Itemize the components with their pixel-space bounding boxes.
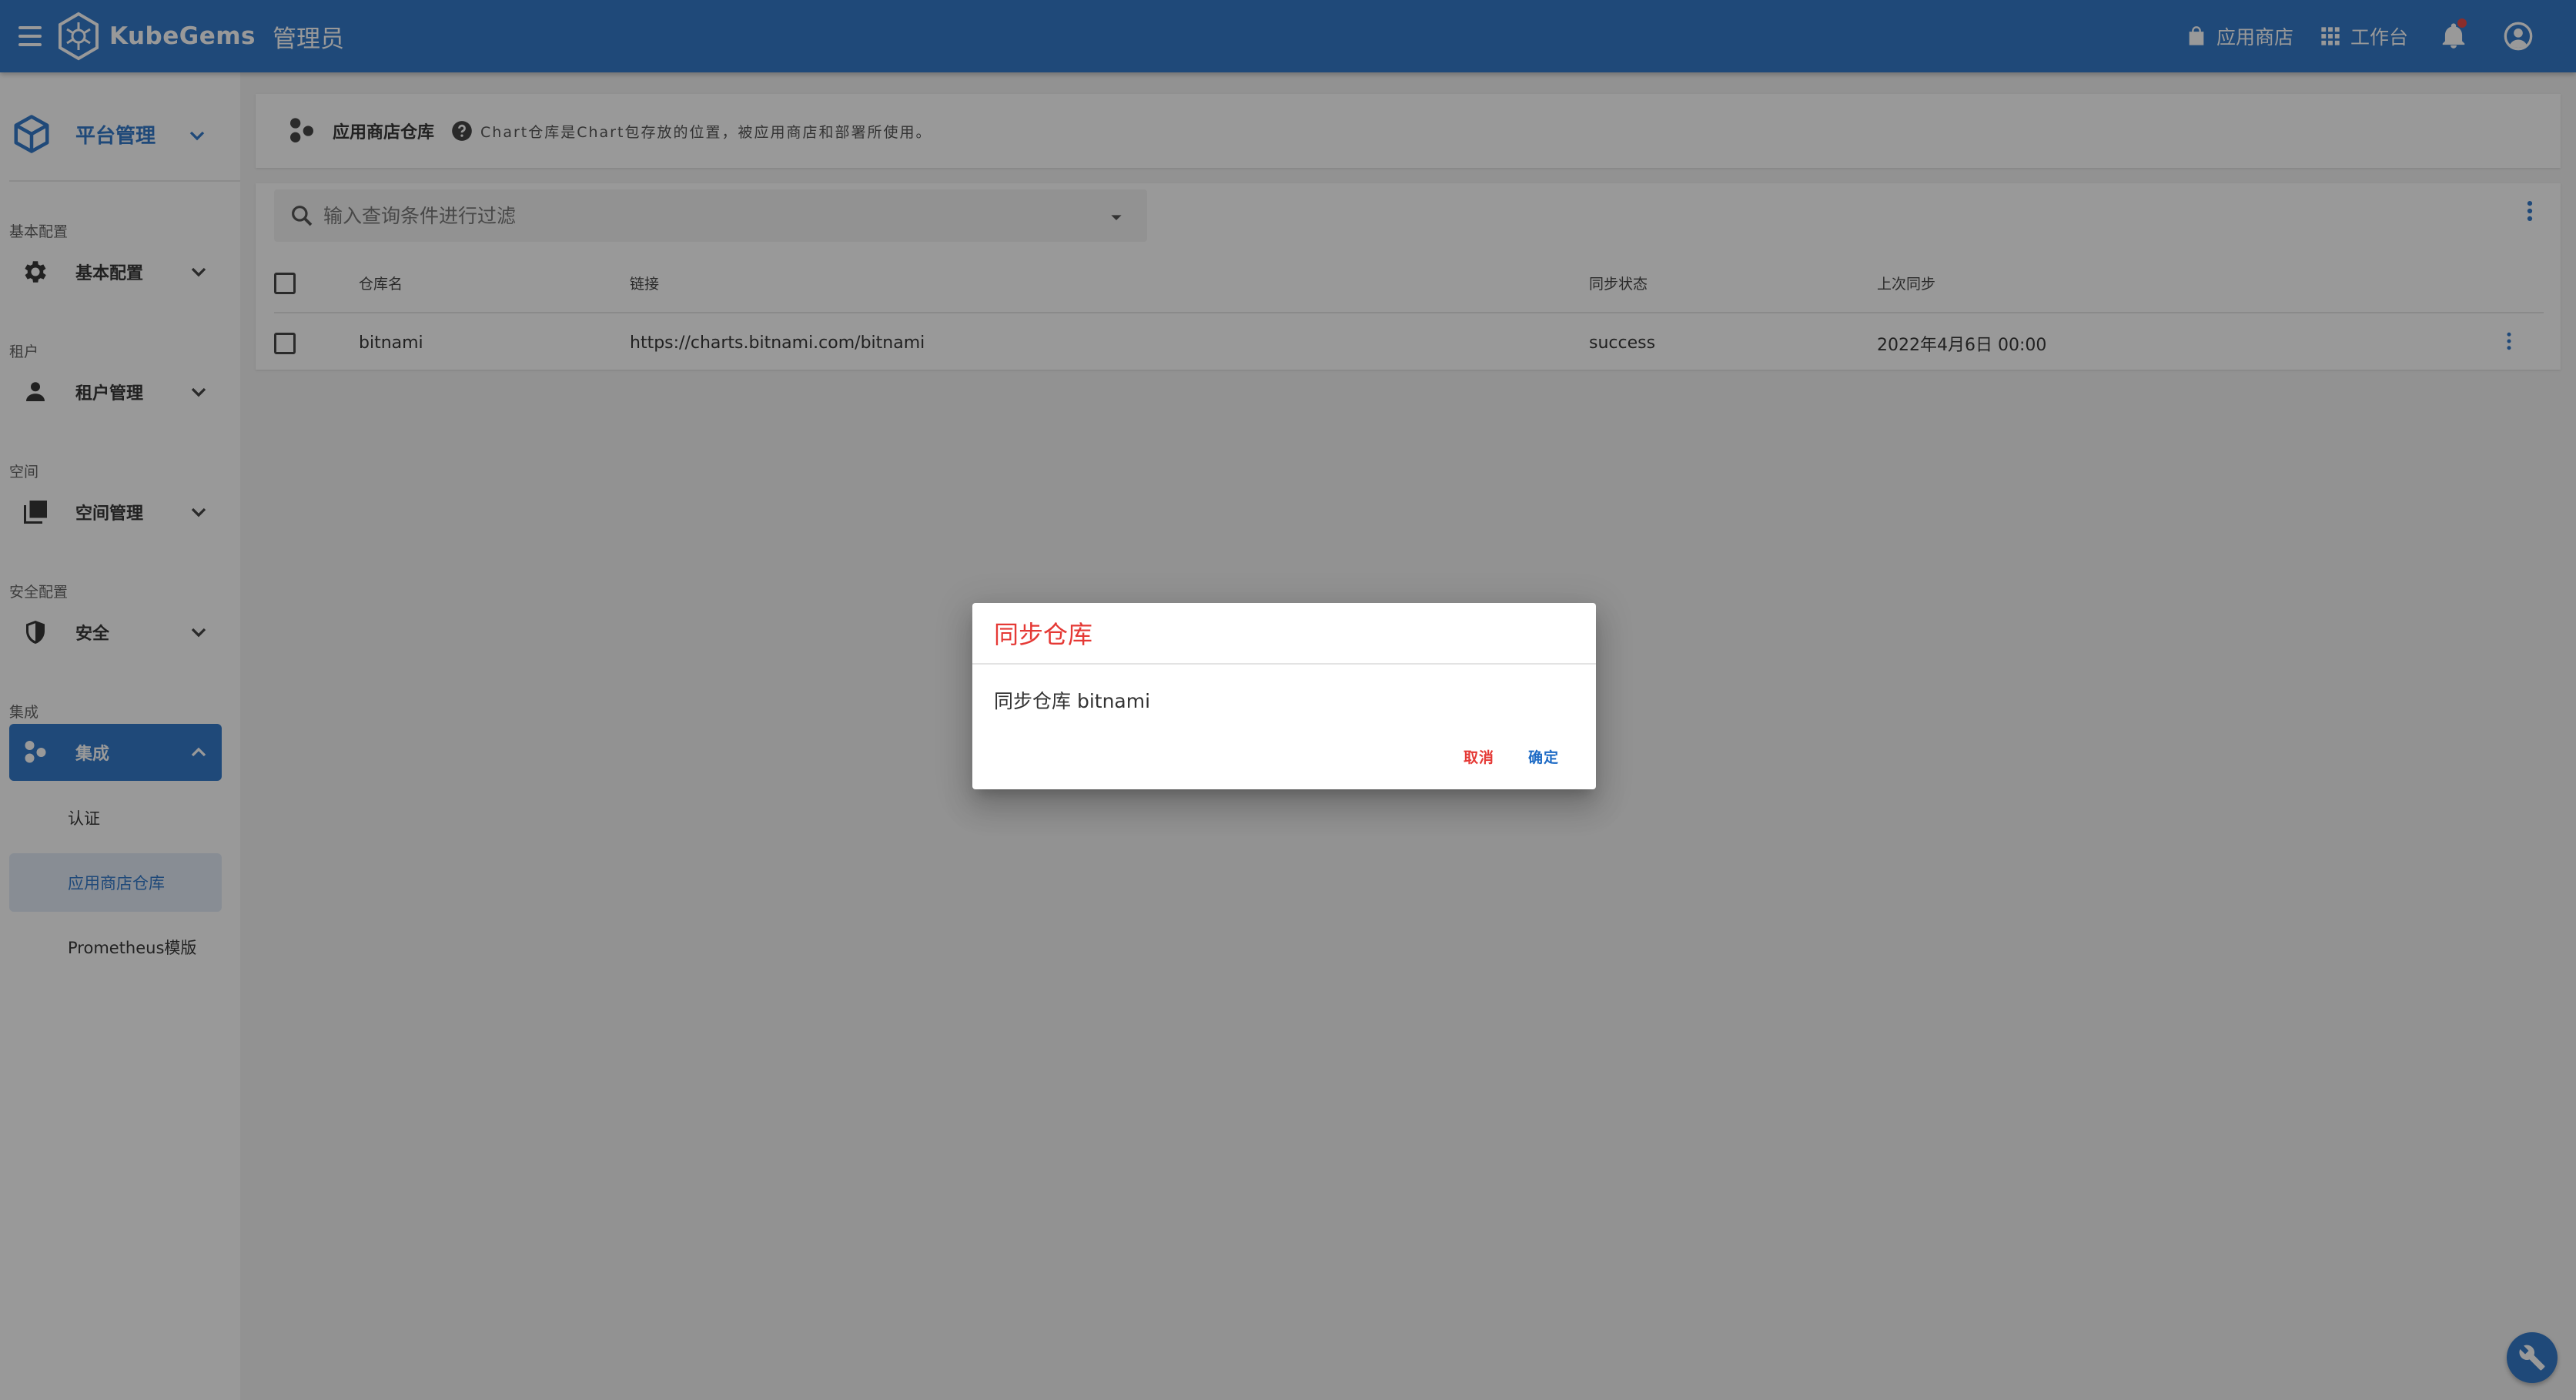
confirm-button[interactable]: 确定 [1522,739,1565,774]
sync-repo-dialog: 同步仓库 同步仓库 bitnami 取消 确定 [972,603,1596,789]
dialog-title: 同步仓库 [994,620,1093,649]
cancel-button[interactable]: 取消 [1457,739,1500,774]
app-root: KubeGems 管理员 应用商店 工作台 平台管理 基本配置 基本配置 租户 … [0,0,2576,1400]
dialog-actions: 取消 确定 [1457,739,1565,774]
dialog-message: 同步仓库 bitnami [994,690,1151,712]
dialog-divider [972,663,1596,665]
